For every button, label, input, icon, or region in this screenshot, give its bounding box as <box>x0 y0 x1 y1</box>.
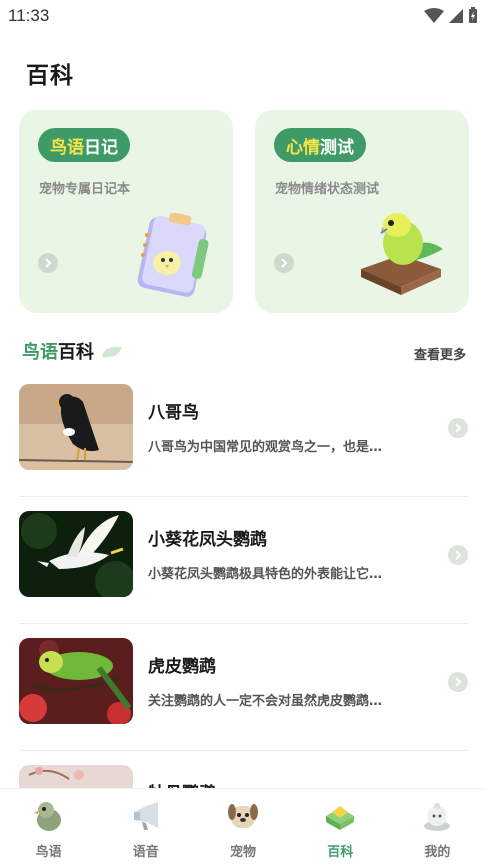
megaphone-icon <box>127 797 165 835</box>
card-pill: 鸟语 日记 <box>38 128 130 162</box>
item-title: 小葵花凤头鹦鹉 <box>148 530 267 550</box>
tab-voice[interactable]: 语音 <box>97 789 194 865</box>
section-title: 鸟语 百科 <box>22 338 124 364</box>
item-description: 关注鹦鹉的人一定不会对虽然虎皮鹦鹉… <box>148 694 383 709</box>
bird-diary-card[interactable]: 鸟语 日记 宠物专属日记本 <box>19 110 233 313</box>
chevron-right-icon[interactable] <box>448 418 468 438</box>
section-title-text: 百科 <box>58 342 94 363</box>
list-item[interactable]: 虎皮鹦鹉 关注鹦鹉的人一定不会对虽然虎皮鹦鹉… <box>19 624 468 751</box>
bird-icon <box>30 797 68 835</box>
status-time: 11:33 <box>8 6 50 25</box>
item-title: 八哥鸟 <box>148 403 199 423</box>
cockatoo-thumbnail <box>19 511 133 597</box>
status-icons <box>424 7 478 24</box>
tab-label: 语音 <box>132 845 159 860</box>
dog-icon <box>224 797 262 835</box>
tab-label: 宠物 <box>230 845 257 860</box>
wifi-icon <box>424 7 444 23</box>
chevron-right-icon[interactable] <box>274 253 294 273</box>
tab-label: 百科 <box>327 845 354 860</box>
tab-mine[interactable]: 我的 <box>389 789 486 865</box>
list-item[interactable]: 小葵花凤头鹦鹉 小葵花凤头鹦鹉极具特色的外表能让它… <box>19 497 468 624</box>
bottom-tab-bar: 鸟语 语音 宠物 百科 我的 <box>0 788 486 865</box>
item-description: 八哥鸟为中国常见的观赏鸟之一，也是… <box>148 440 383 455</box>
pill-text: 测试 <box>320 137 354 158</box>
leaf-icon <box>102 346 122 358</box>
chevron-right-icon[interactable] <box>38 253 58 273</box>
mood-test-card[interactable]: 心情 测试 宠物情绪状态测试 <box>255 110 469 313</box>
section-title-highlight: 鸟语 <box>22 342 58 363</box>
view-more-link[interactable]: 查看更多 <box>414 344 466 363</box>
tab-pet[interactable]: 宠物 <box>194 789 291 865</box>
tab-label: 我的 <box>424 845 451 860</box>
profile-icon <box>418 797 456 835</box>
chevron-right-icon[interactable] <box>448 672 468 692</box>
pill-text-highlight: 鸟语 <box>50 137 84 158</box>
list-item[interactable]: 八哥鸟 八哥鸟为中国常见的观赏鸟之一，也是… <box>19 370 468 497</box>
battery-icon <box>469 7 477 23</box>
pill-text: 日记 <box>84 137 118 158</box>
tab-encyclopedia[interactable]: 百科 <box>292 789 389 865</box>
card-pill: 心情 测试 <box>274 128 366 162</box>
page-title: 百科 <box>26 63 74 89</box>
pill-text-highlight: 心情 <box>286 137 320 158</box>
tab-bird-language[interactable]: 鸟语 <box>0 789 97 865</box>
card-subtitle: 宠物情绪状态测试 <box>275 182 380 197</box>
status-bar: 11:33 <box>0 0 486 32</box>
chevron-right-icon[interactable] <box>448 545 468 565</box>
budgie-thumbnail <box>19 638 133 724</box>
parrot-book-icon <box>361 213 443 295</box>
item-title: 虎皮鹦鹉 <box>148 657 216 677</box>
myna-thumbnail <box>19 384 133 470</box>
card-subtitle: 宠物专属日记本 <box>39 182 131 197</box>
item-description: 小葵花凤头鹦鹉极具特色的外表能让它… <box>148 567 383 582</box>
signal-icon <box>449 8 463 23</box>
notebook-bird-icon <box>137 213 209 297</box>
encyclopedia-icon <box>321 797 359 835</box>
tab-label: 鸟语 <box>35 845 62 860</box>
